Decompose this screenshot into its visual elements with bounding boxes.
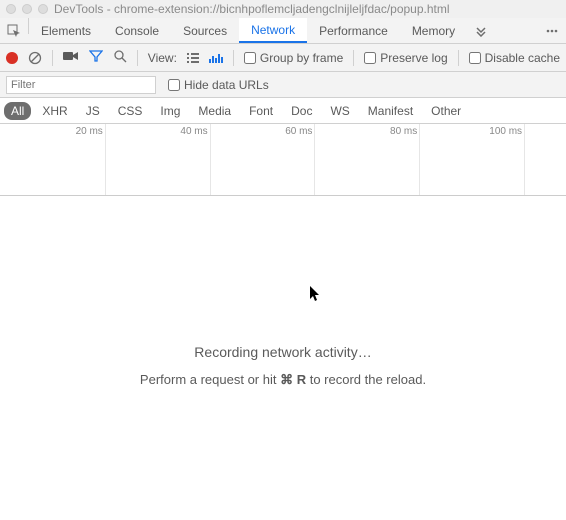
type-filter-js[interactable]: JS bbox=[79, 102, 107, 120]
close-window-button[interactable] bbox=[6, 4, 16, 14]
network-log-empty: Recording network activity… Perform a re… bbox=[0, 196, 566, 520]
timeline-tick-label: 80 ms bbox=[390, 126, 419, 137]
separator bbox=[137, 50, 138, 66]
type-filter-xhr[interactable]: XHR bbox=[35, 102, 74, 120]
hide-data-urls-checkbox[interactable]: Hide data URLs bbox=[168, 78, 269, 92]
type-filter-img[interactable]: Img bbox=[153, 102, 187, 120]
timeline-tick-label: 20 ms bbox=[76, 126, 105, 137]
record-button[interactable] bbox=[6, 52, 18, 64]
type-filter-ws[interactable]: WS bbox=[323, 102, 356, 120]
camera-icon[interactable] bbox=[63, 50, 79, 65]
preserve-log-label: Preserve log bbox=[380, 51, 447, 65]
window-titlebar: DevTools - chrome-extension://bicnhpofle… bbox=[0, 0, 566, 18]
timeline-tick bbox=[210, 124, 211, 195]
hint-shortcut: ⌘ R bbox=[280, 372, 306, 387]
tab-sources[interactable]: Sources bbox=[171, 18, 239, 43]
timeline-tick-label: 100 ms bbox=[489, 126, 524, 137]
group-by-frame-checkbox[interactable]: Group by frame bbox=[244, 51, 343, 65]
type-filter-css[interactable]: CSS bbox=[111, 102, 150, 120]
filter-icon[interactable] bbox=[89, 49, 103, 66]
window-controls bbox=[6, 4, 48, 14]
type-filter-other[interactable]: Other bbox=[424, 102, 468, 120]
timeline-overview[interactable]: 20 ms 40 ms 60 ms 80 ms 100 ms bbox=[0, 124, 566, 196]
tab-memory[interactable]: Memory bbox=[400, 18, 467, 43]
resource-type-filters: AllXHR JSCSSImgMediaFontDocWS ManifestOthe… bbox=[0, 98, 566, 124]
mouse-cursor-icon bbox=[310, 286, 322, 302]
hint-message: Perform a request or hit ⌘ R to record t… bbox=[0, 372, 566, 388]
hint-pre: Perform a request or hit bbox=[140, 372, 280, 387]
timeline-tick bbox=[524, 124, 525, 195]
filter-input[interactable] bbox=[6, 76, 156, 94]
tab-network[interactable]: Network bbox=[239, 18, 307, 43]
type-filter-doc[interactable]: Doc bbox=[284, 102, 319, 120]
window-title: DevTools - chrome-extension://bicnhpofle… bbox=[54, 2, 450, 16]
settings-menu-icon[interactable] bbox=[538, 18, 566, 43]
group-by-frame-label: Group by frame bbox=[260, 51, 343, 65]
panel-tabs: ElementsConsoleSourcesNetworkPerformance… bbox=[0, 18, 566, 44]
type-filter-font[interactable]: Font bbox=[242, 102, 280, 120]
filter-bar: Hide data URLs bbox=[0, 72, 566, 98]
disable-cache-label: Disable cache bbox=[485, 51, 560, 65]
network-toolbar: View: Group by frame Preserve log Disabl… bbox=[0, 44, 566, 72]
timeline-tick bbox=[419, 124, 420, 195]
tab-performance[interactable]: Performance bbox=[307, 18, 400, 43]
search-icon[interactable] bbox=[113, 49, 127, 66]
view-label: View: bbox=[148, 51, 177, 65]
large-rows-icon[interactable] bbox=[187, 53, 199, 63]
separator bbox=[233, 50, 234, 66]
zoom-window-button[interactable] bbox=[38, 4, 48, 14]
type-filter-media[interactable]: Media bbox=[191, 102, 238, 120]
separator bbox=[458, 50, 459, 66]
tab-elements[interactable]: Elements bbox=[29, 18, 103, 43]
disable-cache-checkbox[interactable]: Disable cache bbox=[469, 51, 560, 65]
timeline-tick bbox=[314, 124, 315, 195]
type-filter-all[interactable]: All bbox=[4, 102, 31, 120]
hint-post: to record the reload. bbox=[306, 372, 426, 387]
preserve-log-checkbox[interactable]: Preserve log bbox=[364, 51, 447, 65]
inspect-element-icon[interactable] bbox=[0, 18, 28, 43]
clear-button[interactable] bbox=[28, 51, 42, 65]
timeline-tick-label: 40 ms bbox=[180, 126, 209, 137]
tab-console[interactable]: Console bbox=[103, 18, 171, 43]
timeline-tick-label: 60 ms bbox=[285, 126, 314, 137]
timeline-tick bbox=[105, 124, 106, 195]
hide-data-urls-label: Hide data URLs bbox=[184, 78, 269, 92]
type-filter-manifest[interactable]: Manifest bbox=[361, 102, 420, 120]
separator bbox=[52, 50, 53, 66]
minimize-window-button[interactable] bbox=[22, 4, 32, 14]
separator bbox=[353, 50, 354, 66]
waterfall-icon[interactable] bbox=[209, 53, 223, 63]
recording-message: Recording network activity… bbox=[0, 344, 566, 360]
more-tabs-icon[interactable] bbox=[467, 18, 495, 43]
